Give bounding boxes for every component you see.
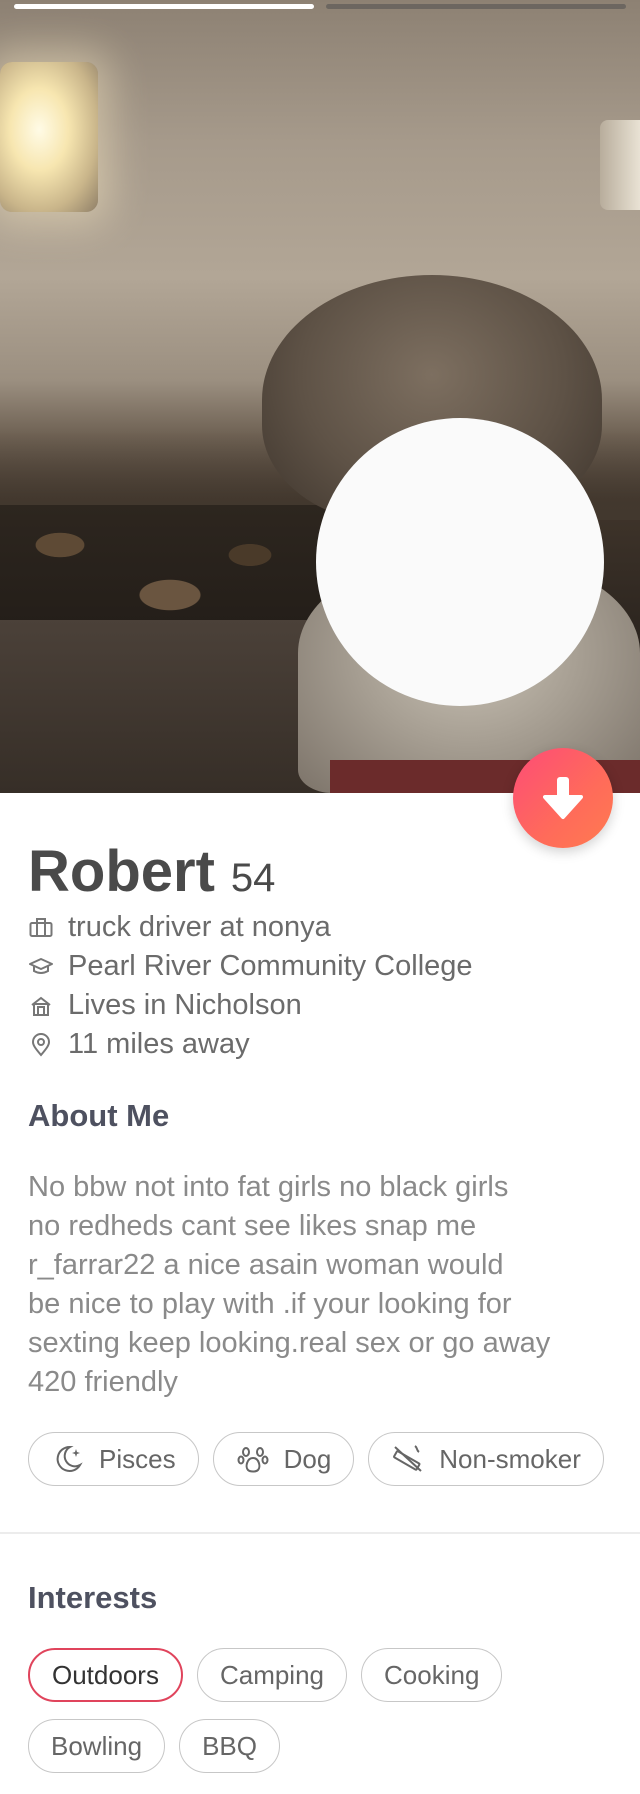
about-me-heading: About Me [28, 1098, 170, 1133]
about-me-text: No bbw not into fat girls no black girls… [28, 1171, 551, 1398]
no-smoking-icon [391, 1442, 425, 1476]
interest-chip[interactable]: Camping [196, 1648, 348, 1702]
detail-job: truck driver at nonya [28, 908, 473, 947]
interests-row-1: Outdoors Camping Cooking [28, 1648, 503, 1702]
chip-pets: Dog [212, 1432, 355, 1486]
interests-row-2: Bowling BBQ [28, 1719, 280, 1773]
profile-photo[interactable] [0, 0, 640, 793]
interest-chip[interactable]: BBQ [179, 1719, 280, 1773]
photo-progress-bar [14, 4, 626, 10]
chip-smoking-label: Non-smoker [439, 1443, 581, 1474]
photo-lower-wall [0, 620, 330, 793]
interest-label: Outdoors [52, 1659, 159, 1690]
profile-name: Robert [28, 839, 215, 904]
name-age-row: Robert 54 [28, 838, 275, 905]
detail-distance-text: 11 miles away [68, 1028, 250, 1060]
detail-school-text: Pearl River Community College [68, 950, 473, 982]
home-icon [28, 993, 54, 1019]
chip-smoking: Non-smoker [368, 1432, 604, 1486]
chip-zodiac: Pisces [28, 1432, 199, 1486]
profile-age: 54 [230, 856, 276, 900]
chip-pets-label: Dog [283, 1443, 332, 1474]
detail-residence-text: Lives in Nicholson [68, 989, 302, 1021]
photo-progress-segment-1[interactable] [14, 4, 314, 9]
photo-ceiling-light [0, 62, 98, 212]
chip-zodiac-label: Pisces [99, 1443, 176, 1474]
paw-icon [236, 1442, 270, 1476]
graduation-cap-icon [28, 954, 54, 980]
interest-chip[interactable]: Bowling [28, 1719, 166, 1773]
detail-residence: Lives in Nicholson [28, 986, 473, 1025]
face-redaction-circle [316, 418, 604, 706]
detail-distance: 11 miles away [28, 1025, 473, 1064]
photo-progress-segment-2[interactable] [326, 4, 626, 9]
photo-ceiling-light-right [600, 120, 640, 210]
interest-label: Bowling [51, 1730, 143, 1761]
arrow-down-icon [543, 777, 583, 819]
lifestyle-chips: Pisces Dog Non-smoker [28, 1432, 604, 1486]
collapse-profile-button[interactable] [513, 748, 613, 848]
interest-label: BBQ [202, 1730, 257, 1761]
interest-label: Cooking [384, 1659, 480, 1690]
detail-job-text: truck driver at nonya [68, 911, 331, 943]
interest-chip[interactable]: Outdoors [28, 1648, 183, 1702]
interests-heading: Interests [28, 1580, 158, 1615]
profile-details: truck driver at nonya Pearl River Commun… [28, 908, 473, 1064]
moon-icon [51, 1442, 85, 1476]
section-divider [0, 1532, 640, 1534]
interest-chip[interactable]: Cooking [361, 1648, 503, 1702]
location-pin-icon [28, 1032, 54, 1058]
interest-label: Camping [219, 1659, 325, 1690]
briefcase-icon [28, 915, 54, 941]
detail-school: Pearl River Community College [28, 947, 473, 986]
